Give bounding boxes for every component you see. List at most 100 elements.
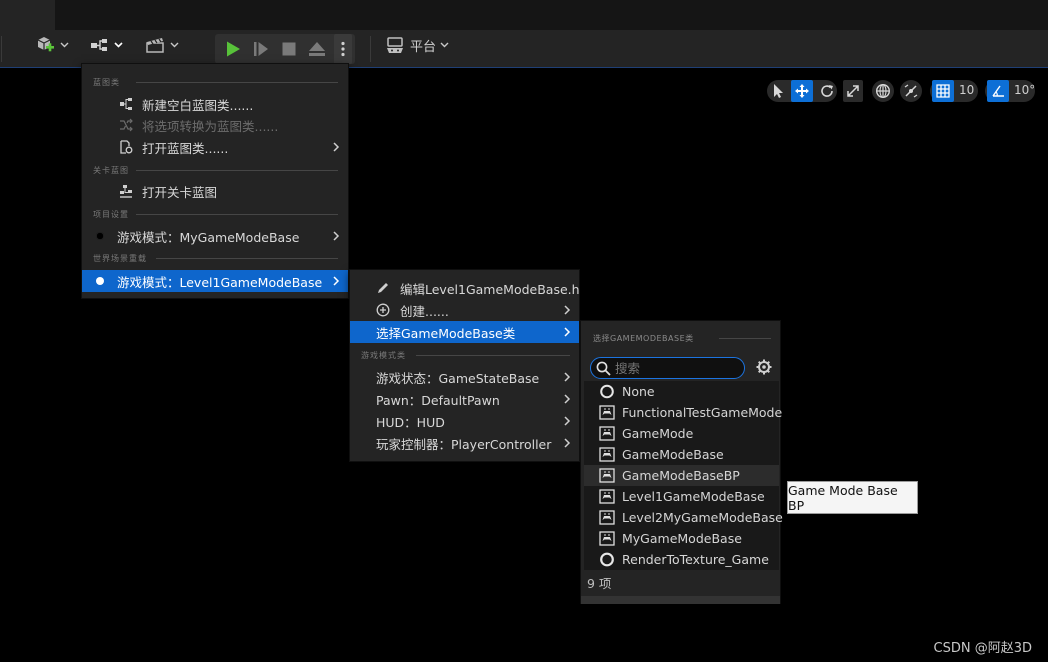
gamemode-class-icon	[599, 468, 615, 483]
chevron-down-icon	[440, 42, 449, 48]
gamemode-submenu: 编辑Level1GameModeBase.h 创建...... 选择GameMo…	[349, 269, 580, 462]
angle-icon	[992, 85, 1004, 97]
bullet-icon	[93, 274, 107, 288]
grid-icon	[936, 84, 950, 98]
chevron-right-icon	[564, 438, 571, 448]
grid-snap-toggle[interactable]	[932, 80, 954, 102]
section-header-blueprint-class: 蓝图类	[82, 73, 350, 91]
platforms-button[interactable]: 平台	[385, 30, 455, 60]
class-search-input[interactable]	[615, 360, 735, 376]
class-list-item[interactable]: None	[584, 381, 779, 402]
class-list-item[interactable]: GameModeBase	[584, 444, 779, 465]
transform-tools	[767, 80, 837, 102]
stop-button[interactable]	[275, 34, 303, 64]
project-gamemode-item[interactable]: 游戏模式：MyGameModeBase	[82, 225, 348, 247]
open-level-blueprint-item[interactable]: 打开关卡蓝图	[82, 180, 348, 202]
section-header-level-blueprint: 关卡蓝图	[82, 161, 350, 179]
platforms-label: 平台	[410, 39, 437, 55]
convert-icon	[119, 118, 133, 132]
edit-header-item[interactable]: 编辑Level1GameModeBase.h	[350, 277, 580, 299]
chevron-right-icon	[564, 394, 571, 404]
cursor-icon	[774, 84, 783, 98]
gamemode-class-icon	[599, 531, 615, 546]
class-list-item[interactable]: GameModeBaseBP	[584, 465, 779, 486]
scale-tool-button[interactable]	[843, 80, 863, 102]
level-blueprint-icon	[119, 184, 133, 198]
gamemode-class-icon	[599, 510, 615, 525]
gamemode-class-icon	[599, 489, 615, 504]
blueprints-button[interactable]	[84, 30, 126, 60]
tab-bar	[0, 0, 1048, 30]
play-options-button[interactable]	[334, 34, 352, 64]
blueprint-class-icon	[119, 97, 133, 111]
rotation-snap-control: 10°	[985, 80, 1035, 102]
scale-icon	[847, 85, 859, 97]
select-tool-button[interactable]	[771, 83, 785, 103]
toolbar-divider	[370, 36, 371, 62]
step-forward-icon	[254, 42, 268, 56]
add-actor-button[interactable]	[30, 30, 72, 60]
none-circle-icon	[600, 384, 614, 399]
section-header-world-override: 世界场景重载	[82, 249, 350, 267]
picker-settings-button[interactable]	[755, 358, 773, 380]
play-button[interactable]	[219, 34, 247, 64]
surface-snap-button[interactable]	[900, 80, 922, 102]
pawn-item[interactable]: Pawn：DefaultPawn	[350, 388, 579, 410]
active-tab[interactable]	[0, 0, 55, 30]
step-button[interactable]	[247, 34, 275, 64]
chevron-right-icon	[564, 327, 571, 337]
move-tool-button[interactable]	[791, 80, 813, 102]
open-blueprint-class-item[interactable]: 打开蓝图类......	[82, 136, 348, 158]
hud-item[interactable]: HUD：HUD	[350, 410, 579, 432]
blueprint-graph-icon	[90, 39, 107, 51]
platform-gamepad-icon	[387, 37, 403, 53]
class-list: None FunctionalTestGameMode GameMode Gam…	[584, 381, 783, 570]
class-list-item[interactable]: RenderToTexture_Game	[584, 549, 779, 570]
bullet-icon	[93, 229, 107, 243]
class-list-item[interactable]: FunctionalTestGameMode	[584, 402, 782, 423]
gamemode-class-icon	[599, 405, 615, 420]
grid-snap-control: 10	[930, 80, 978, 102]
class-list-item[interactable]: Level2MyGameModeBase	[584, 507, 783, 528]
clapperboard-icon	[145, 38, 164, 53]
select-gamemode-class-item[interactable]: 选择GameModeBase类	[350, 321, 579, 343]
picker-resize-bar[interactable]	[581, 596, 780, 604]
chevron-right-icon	[333, 142, 340, 152]
chevron-down-icon	[170, 42, 178, 48]
eject-button[interactable]	[303, 34, 331, 64]
gear-icon	[756, 359, 772, 375]
play-controls	[215, 34, 355, 64]
create-item[interactable]: 创建......	[350, 299, 579, 321]
edit-icon	[376, 281, 390, 295]
chevron-down-icon	[113, 42, 123, 48]
tooltip: Game Mode Base BP	[787, 481, 918, 514]
class-list-item[interactable]: Level1GameModeBase	[584, 486, 779, 507]
chevron-down-icon	[60, 42, 68, 48]
class-list-item[interactable]: MyGameModeBase	[584, 528, 779, 549]
world-local-button[interactable]	[872, 80, 894, 102]
globe-icon	[875, 83, 891, 99]
chevron-right-icon	[564, 416, 571, 426]
item-count-label: 9 项	[587, 576, 612, 591]
class-picker-panel: 选择GAMEMODEBASE类 None FunctionalTestGameM…	[580, 320, 783, 604]
grid-size-value[interactable]: 10	[959, 83, 974, 97]
eject-icon	[309, 42, 325, 56]
rotate-tool-button[interactable]	[819, 83, 835, 103]
gamemode-class-icon	[599, 426, 615, 441]
watermark: CSDN @阿赵3D	[933, 641, 1032, 656]
gamemode-class-icon	[599, 447, 615, 462]
rotation-snap-value[interactable]: 10°	[1014, 83, 1035, 97]
more-vertical-icon	[341, 41, 345, 57]
search-icon	[596, 361, 611, 376]
class-list-item[interactable]: GameMode	[584, 423, 779, 444]
class-search-box[interactable]	[590, 357, 745, 379]
new-empty-blueprint-item[interactable]: 新建空白蓝图类......	[82, 93, 348, 115]
player-controller-item[interactable]: 玩家控制器：PlayerController	[350, 432, 579, 454]
world-gamemode-item[interactable]: 游戏模式：Level1GameModeBase	[82, 270, 348, 292]
cinematics-button[interactable]	[140, 30, 182, 60]
play-icon	[227, 41, 240, 57]
game-state-item[interactable]: 游戏状态：GameStateBase	[350, 366, 579, 388]
chevron-right-icon	[564, 372, 571, 382]
rotation-snap-toggle[interactable]	[987, 80, 1009, 102]
move-arrows-icon	[795, 84, 809, 98]
